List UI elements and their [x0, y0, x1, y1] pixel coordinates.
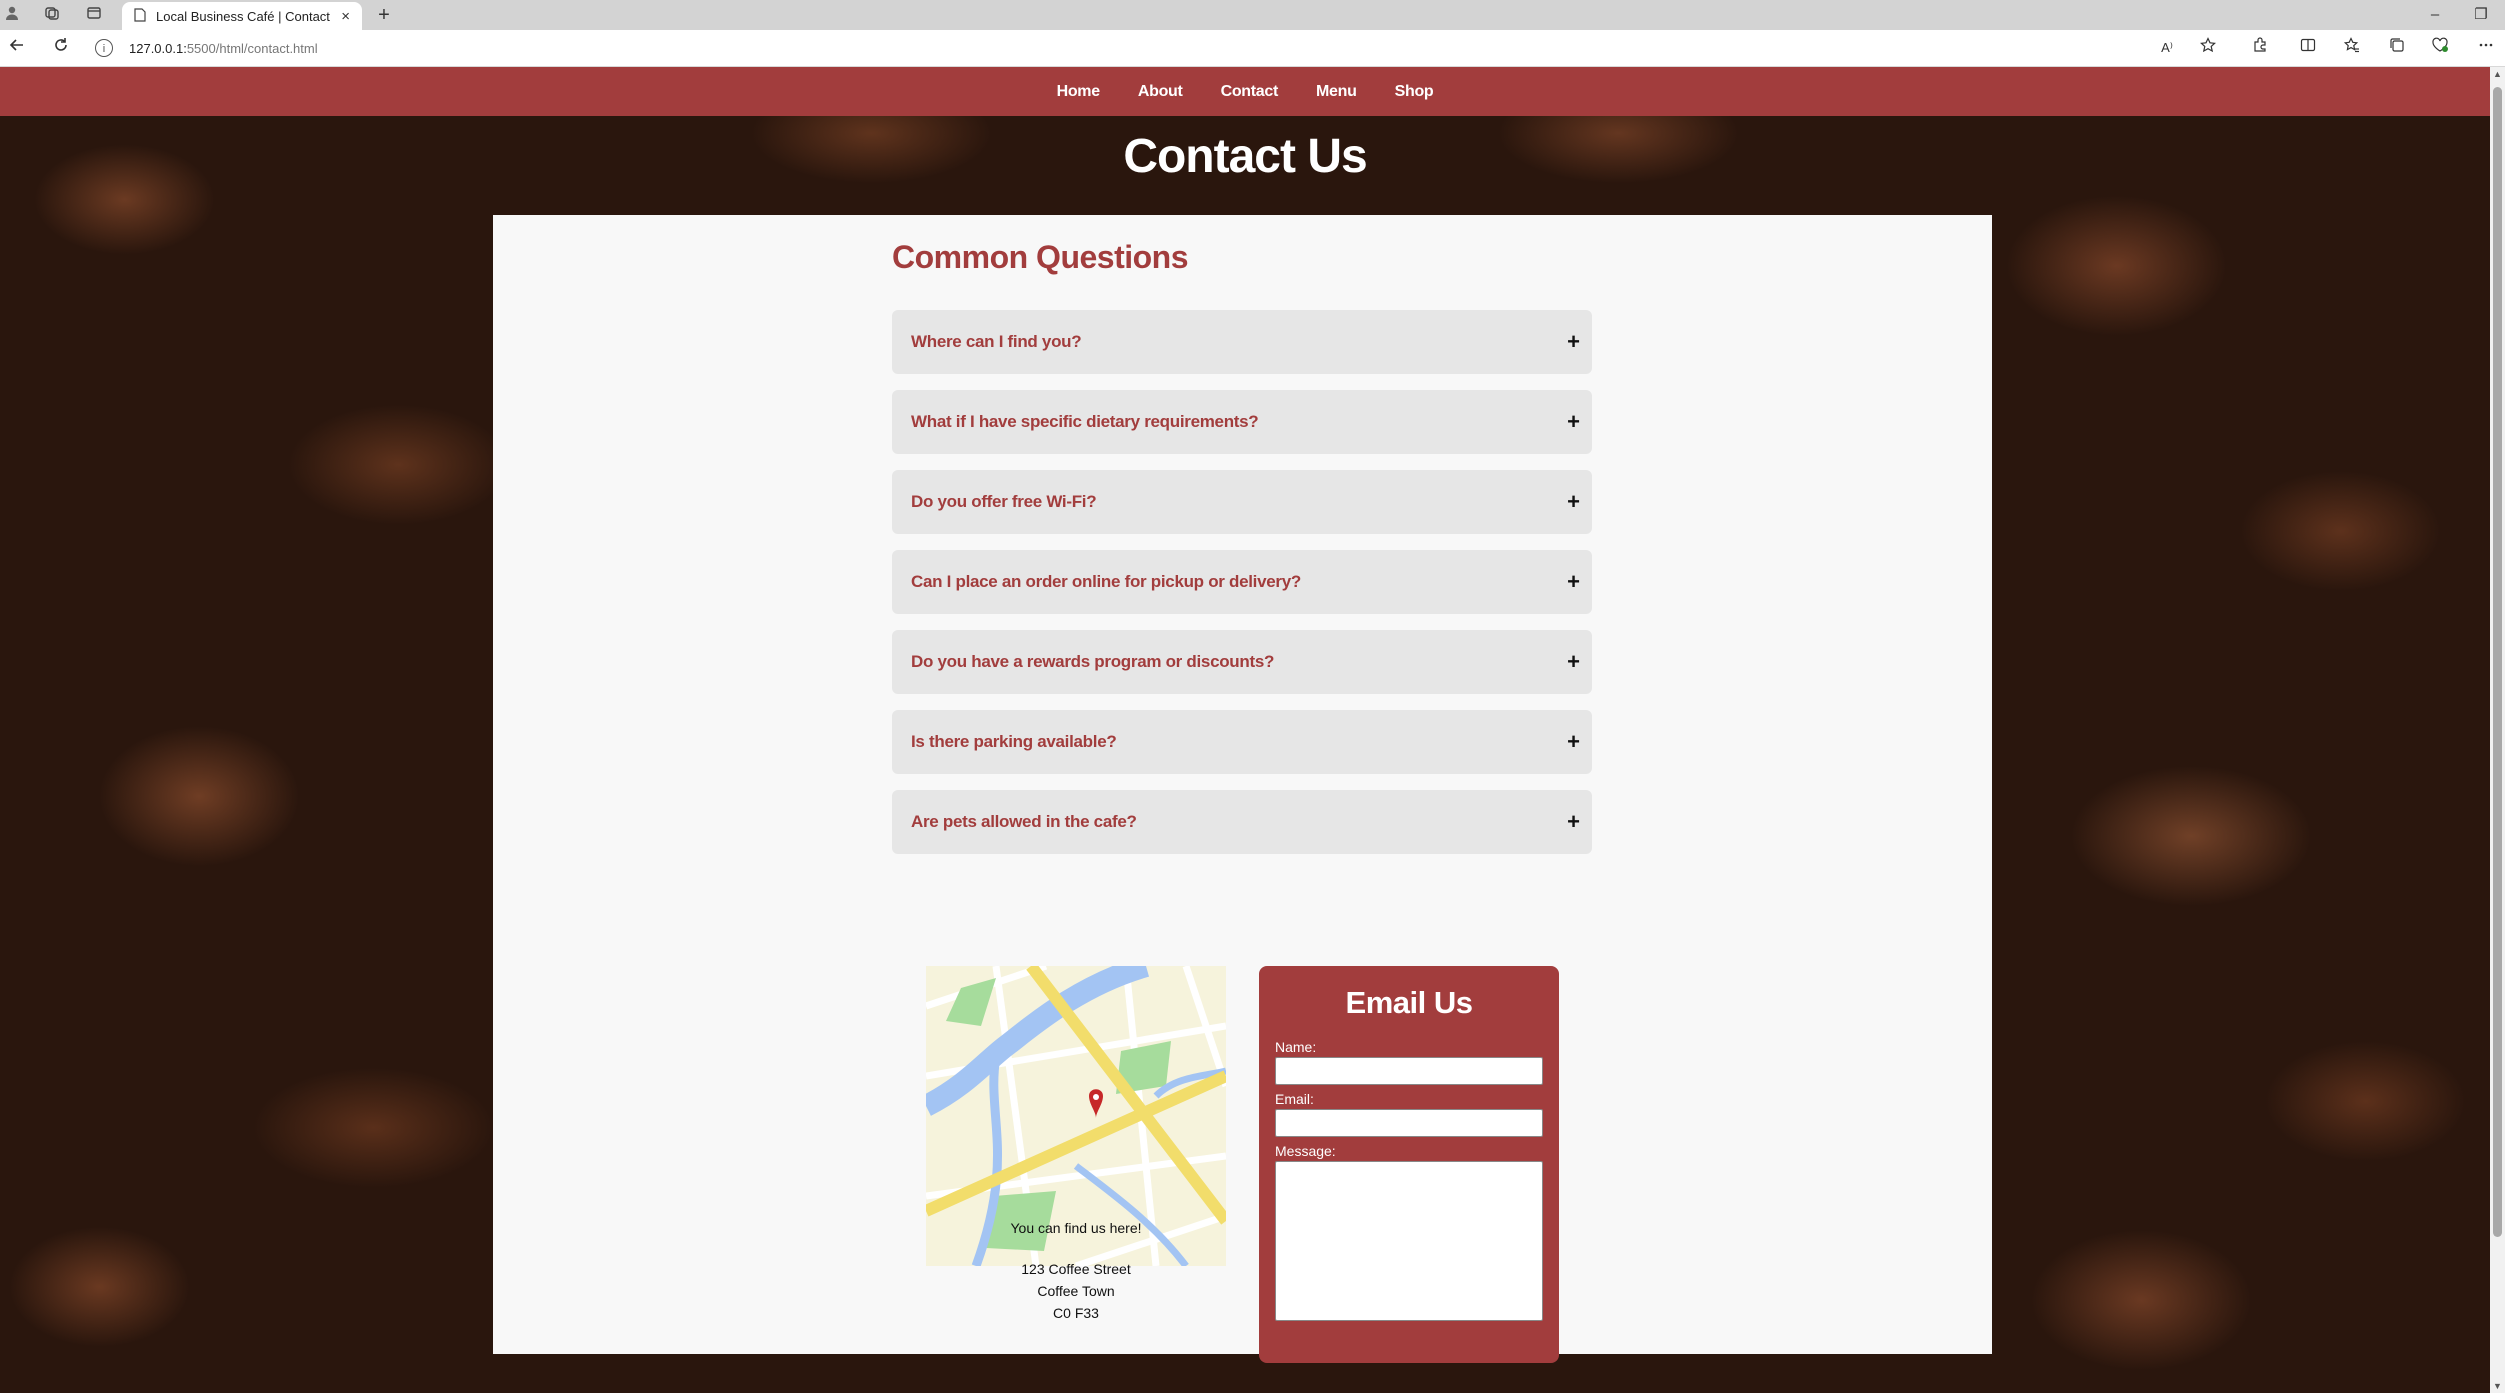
url-field[interactable]: i 127.0.0.1: 5500/html/contact.html: [95, 35, 2135, 61]
browser-tab-active[interactable]: Local Business Café | Contact ×: [122, 2, 362, 30]
message-textarea[interactable]: [1275, 1161, 1543, 1321]
url-host: 127.0.0.1:: [129, 40, 187, 56]
scroll-up-icon[interactable]: ▲: [2493, 69, 2502, 79]
expand-plus-icon[interactable]: +: [1567, 809, 1580, 835]
collections-icon[interactable]: [2385, 37, 2409, 59]
address-block: 123 Coffee Street Coffee Town C0 F33: [926, 1258, 1226, 1324]
scroll-down-icon[interactable]: ▼: [2493, 1381, 2502, 1391]
faq-question: Are pets allowed in the cafe?: [911, 812, 1137, 831]
star-icon[interactable]: [2196, 37, 2220, 59]
expand-plus-icon[interactable]: +: [1567, 409, 1580, 435]
expand-plus-icon[interactable]: +: [1567, 569, 1580, 595]
faq-question: Do you have a rewards program or discoun…: [911, 652, 1275, 671]
faq-item[interactable]: Where can I find you? +: [892, 310, 1592, 374]
address-line-2: Coffee Town: [1037, 1283, 1115, 1299]
faq-question: Do you offer free Wi-Fi?: [911, 492, 1097, 511]
faq-item[interactable]: What if I have specific dietary requirem…: [892, 390, 1592, 454]
back-arrow-icon[interactable]: [6, 37, 28, 59]
page-title: Contact Us: [1123, 130, 1367, 183]
faq-item[interactable]: Are pets allowed in the cafe? +: [892, 790, 1592, 854]
extensions-icon[interactable]: [2248, 37, 2272, 59]
info-icon[interactable]: i: [95, 39, 113, 57]
browser-tab-strip: Local Business Café | Contact × + – ❐: [0, 0, 2505, 30]
faq-question: Can I place an order online for pickup o…: [911, 572, 1301, 591]
faq-question: Is there parking available?: [911, 732, 1117, 751]
nav-about-link[interactable]: About: [1138, 83, 1183, 101]
new-tab-button[interactable]: +: [372, 3, 396, 27]
name-field[interactable]: [1275, 1057, 1543, 1085]
minimize-button[interactable]: –: [2420, 3, 2450, 27]
faq-list: Where can I find you? + What if I have s…: [892, 310, 1592, 870]
faq-question: What if I have specific dietary requirem…: [911, 412, 1259, 431]
faq-heading: Common Questions: [892, 239, 1189, 275]
expand-plus-icon[interactable]: +: [1567, 649, 1580, 675]
expand-plus-icon[interactable]: +: [1567, 329, 1580, 355]
tab-title: Local Business Café | Contact: [156, 8, 330, 24]
nav-menu-link[interactable]: Menu: [1316, 83, 1357, 101]
faq-item[interactable]: Is there parking available? +: [892, 710, 1592, 774]
page-scrollbar[interactable]: ▲ ▼: [2490, 67, 2505, 1393]
page-icon: [134, 7, 146, 25]
faq-item[interactable]: Can I place an order online for pickup o…: [892, 550, 1592, 614]
more-icon[interactable]: [2474, 37, 2498, 59]
url-path: 5500/html/contact.html: [186, 40, 318, 56]
split-screen-icon[interactable]: [2296, 37, 2320, 59]
address-line-3: C0 F33: [1053, 1305, 1099, 1321]
expand-plus-icon[interactable]: +: [1567, 729, 1580, 755]
nav-home-link[interactable]: Home: [1057, 83, 1101, 101]
email-form-title: Email Us: [1345, 985, 1473, 1020]
email-label: Email:: [1275, 1091, 1314, 1107]
workspaces-icon[interactable]: [42, 5, 62, 25]
browser-address-bar: i 127.0.0.1: 5500/html/contact.html A⁾: [0, 30, 2505, 67]
location-caption: You can find us here!: [1010, 1220, 1142, 1236]
message-label: Message:: [1275, 1143, 1336, 1159]
email-form: Email Us Name: Email: Message:: [1259, 966, 1559, 1363]
nav-shop-link[interactable]: Shop: [1395, 83, 1434, 101]
site-nav: Home About Contact Menu Shop: [0, 67, 2490, 116]
favorites-icon[interactable]: [2340, 37, 2364, 59]
refresh-icon[interactable]: [50, 37, 72, 59]
expand-plus-icon[interactable]: +: [1567, 489, 1580, 515]
faq-item[interactable]: Do you have a rewards program or discoun…: [892, 630, 1592, 694]
tab-actions-icon[interactable]: [84, 5, 104, 25]
name-label: Name:: [1275, 1039, 1317, 1055]
content-panel: Common Questions Where can I find you? +…: [493, 215, 1992, 1363]
faq-item[interactable]: Do you offer free Wi-Fi? +: [892, 470, 1592, 534]
profile-icon[interactable]: [2, 5, 22, 25]
email-field[interactable]: [1275, 1109, 1543, 1137]
browser-essentials-icon[interactable]: [2428, 37, 2452, 59]
close-tab-icon[interactable]: ×: [341, 8, 350, 25]
restore-button[interactable]: ❐: [2466, 3, 2496, 27]
page-viewport: Home About Contact Menu Shop Contact Us …: [0, 67, 2490, 1393]
faq-question: Where can I find you?: [911, 332, 1082, 351]
scrollbar-thumb[interactable]: [2493, 87, 2502, 1237]
read-aloud-icon[interactable]: A⁾: [2155, 37, 2179, 59]
nav-contact-link[interactable]: Contact: [1221, 83, 1279, 101]
address-line-1: 123 Coffee Street: [1021, 1261, 1131, 1277]
